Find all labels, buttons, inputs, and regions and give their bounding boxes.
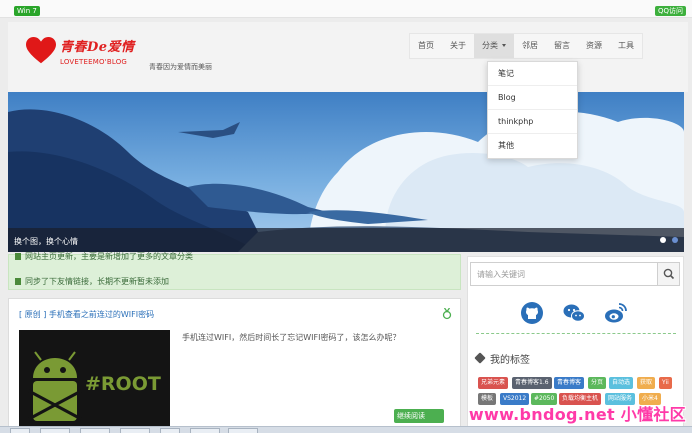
taskbar-button[interactable]	[228, 428, 258, 433]
tag-item[interactable]: 青春博客	[554, 377, 585, 389]
social-links	[518, 301, 638, 327]
search-input[interactable]	[471, 263, 657, 285]
dropdown-item-notes[interactable]: 笔记	[488, 62, 577, 86]
carousel-dot-1[interactable]	[660, 237, 666, 243]
top-bar: Win 7 QQ访问	[0, 0, 692, 18]
tag-item[interactable]: 分页	[588, 377, 607, 389]
post-title-link[interactable]: [ 原创 ] 手机查看之前连过的WIFI密码	[19, 309, 154, 320]
category-dropdown: 笔记 Blog thinkphp 其他	[487, 61, 578, 159]
site-watermark: www.bndog.net 小懂社区	[468, 405, 686, 424]
os-badge: Win 7	[14, 6, 40, 16]
thumb-root-text: #ROOT	[85, 373, 161, 395]
main-nav: 首页 关于 分类 邻居 留言 资源 工具	[409, 33, 643, 59]
nav-item-home[interactable]: 首页	[410, 34, 442, 58]
nav-item-category-label: 分类	[482, 41, 498, 50]
tag-item[interactable]: Yii	[659, 377, 672, 389]
taskbar-button[interactable]	[190, 428, 220, 433]
banner-caption-bar: 换个图，换个心情	[8, 228, 684, 252]
dropdown-item-blog[interactable]: Blog	[488, 86, 577, 110]
tag-item[interactable]: 兄弟元素	[478, 377, 509, 389]
tag-item[interactable]: 获取	[637, 377, 656, 389]
tag-item[interactable]: 青春博客1.6	[512, 377, 552, 389]
tags-heading: 我的标签	[474, 351, 530, 366]
carousel-dot-2[interactable]	[672, 237, 678, 243]
nav-item-about[interactable]: 关于	[442, 34, 474, 58]
notice-text-1: 网站主页更新，主要是新增加了更多的文章分类	[25, 252, 193, 261]
read-more-button[interactable]: 继续阅读	[394, 409, 444, 423]
tags-heading-text: 我的标签	[490, 355, 530, 366]
site-logo-title[interactable]: 青春De爱情	[60, 36, 135, 55]
search-icon	[663, 268, 675, 280]
taskbar-button[interactable]	[120, 428, 150, 433]
bookmark-icon	[15, 278, 21, 285]
wechat-icon[interactable]	[562, 301, 586, 325]
nav-item-neighbors[interactable]: 邻居	[514, 34, 546, 58]
taskbar-button[interactable]	[80, 428, 110, 433]
caret-down-icon	[502, 44, 506, 47]
post-excerpt: 手机连过WIFI，然后时间长了忘记WIFI密码了，该怎么办呢？	[182, 333, 401, 342]
qq-visit-badge[interactable]: QQ访问	[654, 6, 686, 16]
banner-carousel[interactable]: 换个图，换个心情	[8, 92, 684, 252]
notice-box: 网站主页更新，主要是新增加了更多的文章分类 同步了下友情链接，长期不更新暂未添加	[8, 251, 461, 290]
bookmark-icon	[15, 253, 21, 260]
medal-icon	[442, 308, 452, 320]
nav-item-tools[interactable]: 工具	[610, 34, 642, 58]
notice-line: 网站主页更新，主要是新增加了更多的文章分类	[15, 251, 193, 262]
nav-item-resources[interactable]: 资源	[578, 34, 610, 58]
site-logo-subtitle: LOVETEEMO'BLOG	[60, 58, 128, 66]
site-slogan: 青春因为爱情而美丽	[149, 63, 212, 71]
banner-caption: 换个图，换个心情	[14, 237, 78, 246]
taskbar-button[interactable]	[40, 428, 70, 433]
notice-line: 同步了下友情链接，长期不更新暂未添加	[15, 276, 169, 287]
dropdown-item-other[interactable]: 其他	[488, 134, 577, 158]
tag-item[interactable]: 自动选	[609, 377, 634, 389]
tag-icon	[474, 352, 486, 364]
taskbar-button[interactable]	[160, 428, 180, 433]
post-thumbnail[interactable]: #ROOT	[19, 330, 170, 433]
taskbar-button[interactable]	[10, 428, 30, 433]
nav-item-guestbook[interactable]: 留言	[546, 34, 578, 58]
dropdown-item-thinkphp[interactable]: thinkphp	[488, 110, 577, 134]
os-taskbar	[0, 426, 692, 433]
heart-logo-icon[interactable]	[26, 36, 56, 66]
nav-item-category[interactable]: 分类	[474, 34, 514, 58]
site-header: 青春De爱情 LOVETEEMO'BLOG 青春因为爱情而美丽 首页 关于 分类…	[8, 22, 688, 92]
notice-text-2: 同步了下友情链接，长期不更新暂未添加	[25, 277, 169, 286]
weibo-icon[interactable]	[604, 301, 628, 325]
github-icon[interactable]	[520, 301, 544, 325]
page: Win 7 QQ访问 青春De爱情 LOVETEEMO'BLOG 青春因为爱情而…	[0, 0, 692, 433]
android-root-image: #ROOT	[19, 330, 170, 433]
search-box	[470, 262, 680, 286]
search-button[interactable]	[657, 263, 679, 285]
divider	[476, 333, 676, 334]
post-card: [ 原创 ] 手机查看之前连过的WIFI密码 #ROOT 手机连过WIFI，然后…	[8, 298, 461, 433]
